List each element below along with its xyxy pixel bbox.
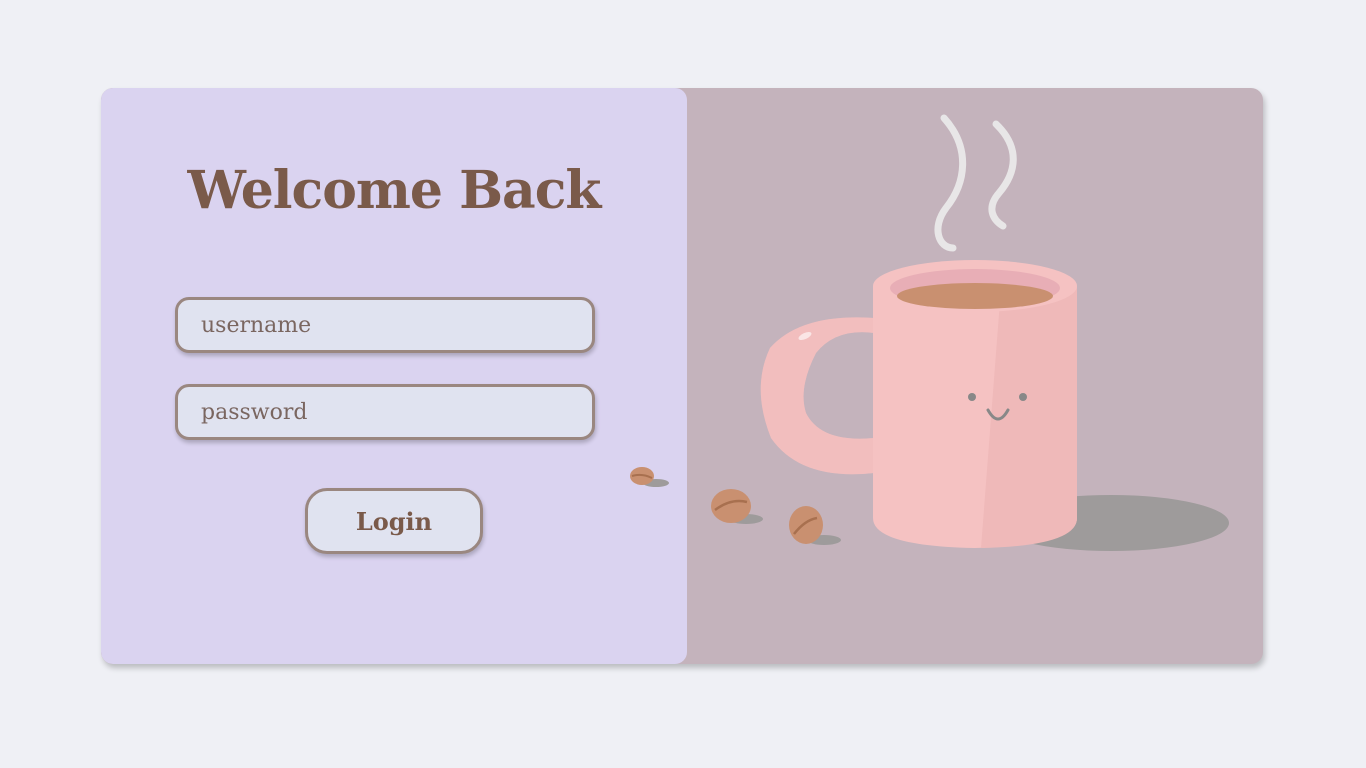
mug-eye-left	[968, 393, 976, 401]
login-button[interactable]: Login	[305, 488, 483, 554]
login-card: Welcome Back Login	[101, 88, 1263, 664]
mug-smile	[986, 408, 1010, 421]
coffee-bean-icon	[711, 489, 763, 524]
steam-icon	[934, 114, 1017, 252]
mug-eye-right	[1019, 393, 1027, 401]
page-title: Welcome Back	[187, 160, 602, 221]
username-input[interactable]	[175, 297, 595, 353]
coffee-bean-icon	[789, 506, 841, 545]
password-input[interactable]	[175, 384, 595, 440]
coffee-mug-icon	[760, 260, 1077, 548]
login-form-panel: Welcome Back Login	[101, 88, 687, 664]
mug-shadow	[993, 495, 1229, 551]
